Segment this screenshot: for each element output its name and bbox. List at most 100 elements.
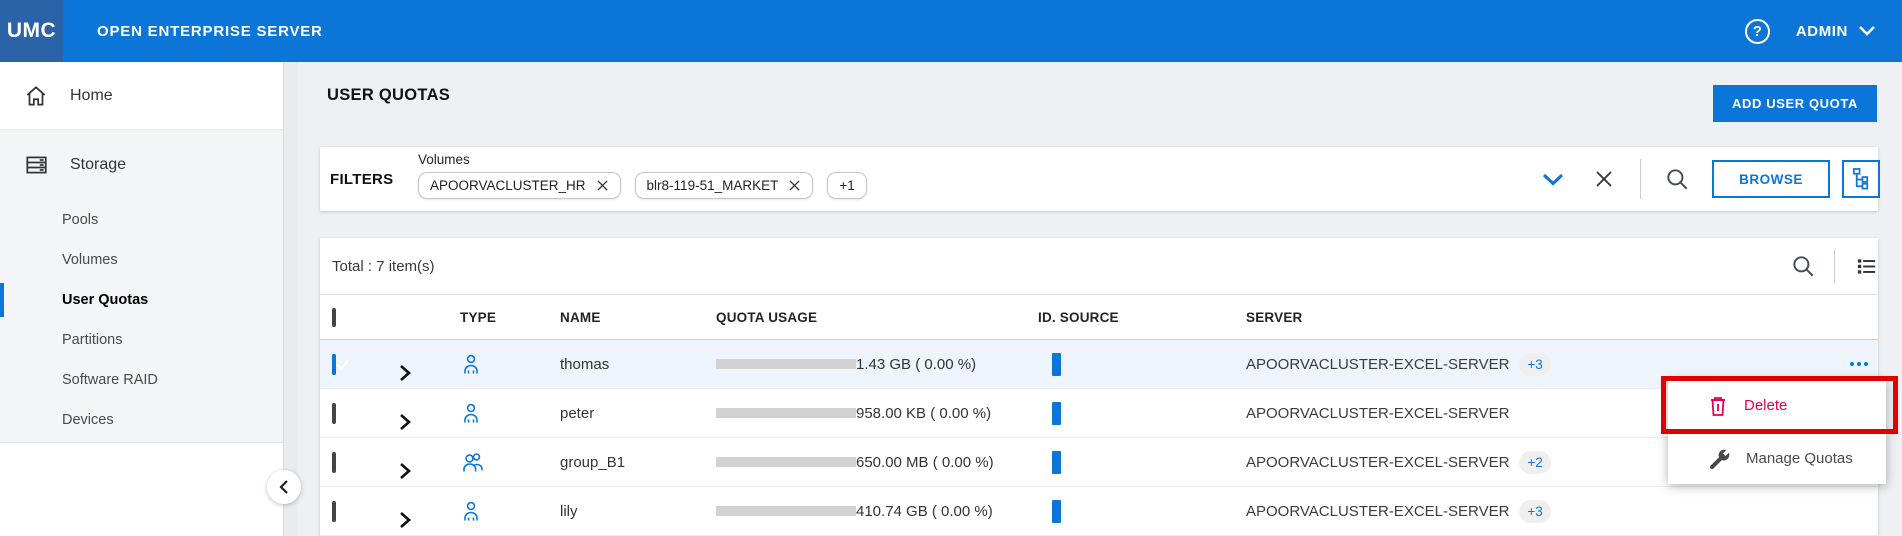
sidebar-item-software-raid[interactable]: Software RAID xyxy=(0,360,283,400)
sidebar-item-user-quotas[interactable]: User Quotas xyxy=(0,280,283,320)
list-view-icon[interactable] xyxy=(1854,255,1879,278)
server-name: APOORVACLUSTER-EXCEL-SERVER xyxy=(1246,503,1509,520)
menu-item-label: Delete xyxy=(1744,397,1787,414)
table-row[interactable]: peter 958.00 KB ( 0.00 %) APOORVACLUSTER… xyxy=(320,389,1878,438)
tree-icon xyxy=(1850,166,1873,192)
quota-usage-text: 410.74 GB ( 0.00 %) xyxy=(856,503,993,520)
umc-logo: UMC xyxy=(0,0,63,62)
table-header-row: TYPE NAME QUOTA USAGE ID. SOURCE SERVER xyxy=(320,295,1878,340)
expand-row-icon[interactable] xyxy=(395,461,460,481)
quota-usage-bar xyxy=(716,359,856,369)
table-search-icon[interactable] xyxy=(1790,253,1816,279)
browse-button[interactable]: BROWSE xyxy=(1712,160,1830,198)
filters-clear-icon[interactable] xyxy=(1594,169,1614,189)
sidebar-item-home[interactable]: Home xyxy=(0,62,283,130)
chip-remove-icon[interactable] xyxy=(596,179,609,192)
context-menu-delete[interactable]: Delete xyxy=(1668,379,1886,432)
server-name: APOORVACLUSTER-EXCEL-SERVER xyxy=(1246,356,1509,373)
row-actions-menu-icon[interactable] xyxy=(1840,362,1878,366)
filter-chip[interactable]: blr8-119-51_MARKET xyxy=(635,172,814,199)
filter-chip[interactable]: APOORVACLUSTER_HR xyxy=(418,172,621,199)
expand-row-icon[interactable] xyxy=(395,363,460,383)
user-icon xyxy=(460,401,560,425)
table-row[interactable]: thomas 1.43 GB ( 0.00 %) APOORVACLUSTER-… xyxy=(320,340,1878,389)
sidebar-group-storage: Storage Pools Volumes User Quotas Partit… xyxy=(0,130,283,443)
col-header-usage: QUOTA USAGE xyxy=(716,310,1038,325)
admin-label: ADMIN xyxy=(1796,23,1848,40)
sidebar-item-label: Volumes xyxy=(62,252,118,268)
help-icon[interactable]: ? xyxy=(1745,19,1770,44)
add-user-quota-button[interactable]: ADD USER QUOTA xyxy=(1713,85,1877,122)
id-source-icon xyxy=(1052,500,1061,523)
id-source-icon xyxy=(1052,353,1061,376)
server-more-badge[interactable]: +2 xyxy=(1519,451,1550,474)
col-header-name: NAME xyxy=(560,310,716,325)
sidebar-item-label: Storage xyxy=(70,156,126,174)
server-more-badge[interactable]: +3 xyxy=(1519,353,1550,376)
id-source-icon xyxy=(1052,451,1061,474)
quota-usage-bar xyxy=(716,506,856,516)
admin-menu[interactable]: ADMIN xyxy=(1796,23,1875,40)
expand-row-icon[interactable] xyxy=(395,412,460,432)
table-row[interactable]: lily 410.74 GB ( 0.00 %) APOORVACLUSTER-… xyxy=(320,487,1878,536)
col-header-type: TYPE xyxy=(460,310,560,325)
context-menu-manage-quotas[interactable]: Manage Quotas xyxy=(1668,432,1886,484)
storage-icon xyxy=(23,152,49,178)
app-title: OPEN ENTERPRISE SERVER xyxy=(97,23,323,40)
sidebar-item-partitions[interactable]: Partitions xyxy=(0,320,283,360)
filter-chip-overflow[interactable]: +1 xyxy=(827,172,866,199)
sidebar-item-pools[interactable]: Pools xyxy=(0,200,283,240)
server-name: APOORVACLUSTER-EXCEL-SERVER xyxy=(1246,454,1509,471)
row-checkbox[interactable] xyxy=(332,354,336,375)
filters-expand-icon[interactable] xyxy=(1542,173,1564,186)
quota-name: peter xyxy=(560,405,716,422)
filters-panel: FILTERS Volumes APOORVACLUSTER_HR blr8-1… xyxy=(320,147,1878,211)
row-checkbox[interactable] xyxy=(332,452,336,473)
filter-field-label: Volumes xyxy=(418,152,470,167)
quota-usage-bar xyxy=(716,457,856,467)
chip-label: APOORVACLUSTER_HR xyxy=(430,178,586,193)
group-icon xyxy=(460,450,560,474)
quota-usage-text: 1.43 GB ( 0.00 %) xyxy=(856,356,976,373)
chip-remove-icon[interactable] xyxy=(788,179,801,192)
sidebar-divider xyxy=(283,62,298,536)
user-icon xyxy=(460,499,560,523)
quota-usage-bar xyxy=(716,408,856,418)
user-icon xyxy=(460,352,560,376)
row-checkbox[interactable] xyxy=(332,501,336,522)
sidebar-item-devices[interactable]: Devices xyxy=(0,400,283,440)
quota-usage-text: 650.00 MB ( 0.00 %) xyxy=(856,454,994,471)
sidebar-collapse-button[interactable] xyxy=(267,470,301,504)
expand-row-icon[interactable] xyxy=(395,510,460,530)
sidebar-item-storage[interactable]: Storage xyxy=(0,130,283,200)
sidebar: Home Storage Pools Volumes User Quotas P… xyxy=(0,62,283,536)
chevron-left-icon xyxy=(278,479,290,495)
trash-icon xyxy=(1708,395,1728,417)
row-checkbox[interactable] xyxy=(332,403,336,424)
server-more-badge[interactable]: +3 xyxy=(1519,500,1550,523)
sidebar-item-label: Software RAID xyxy=(62,372,158,388)
sidebar-item-label: Partitions xyxy=(62,332,122,348)
user-quotas-table: Total : 7 item(s) TYPE NAME QUOTA USAGE … xyxy=(320,238,1878,536)
divider xyxy=(1640,159,1641,199)
divider xyxy=(1834,250,1835,283)
id-source-icon xyxy=(1052,402,1061,425)
table-toolbar: Total : 7 item(s) xyxy=(320,238,1878,295)
chip-label: blr8-119-51_MARKET xyxy=(647,178,779,193)
sidebar-item-volumes[interactable]: Volumes xyxy=(0,240,283,280)
main-content: USER QUOTAS ADD USER QUOTA FILTERS Volum… xyxy=(298,62,1902,536)
filters-label: FILTERS xyxy=(330,171,393,188)
tree-view-button[interactable] xyxy=(1842,160,1880,198)
col-header-server: SERVER xyxy=(1246,310,1840,325)
sidebar-item-label: Devices xyxy=(62,412,114,428)
total-count: Total : 7 item(s) xyxy=(332,258,435,275)
table-row[interactable]: group_B1 650.00 MB ( 0.00 %) APOORVACLUS… xyxy=(320,438,1878,487)
chip-label: +1 xyxy=(839,178,854,193)
sidebar-item-label: User Quotas xyxy=(62,292,148,308)
select-all-checkbox[interactable] xyxy=(332,308,336,327)
chevron-down-icon xyxy=(1859,26,1875,36)
row-context-menu: Delete Manage Quotas xyxy=(1668,379,1886,484)
filter-search-icon[interactable] xyxy=(1664,166,1690,192)
filter-chips: APOORVACLUSTER_HR blr8-119-51_MARKET +1 xyxy=(418,172,867,199)
sidebar-item-label: Pools xyxy=(62,212,98,228)
